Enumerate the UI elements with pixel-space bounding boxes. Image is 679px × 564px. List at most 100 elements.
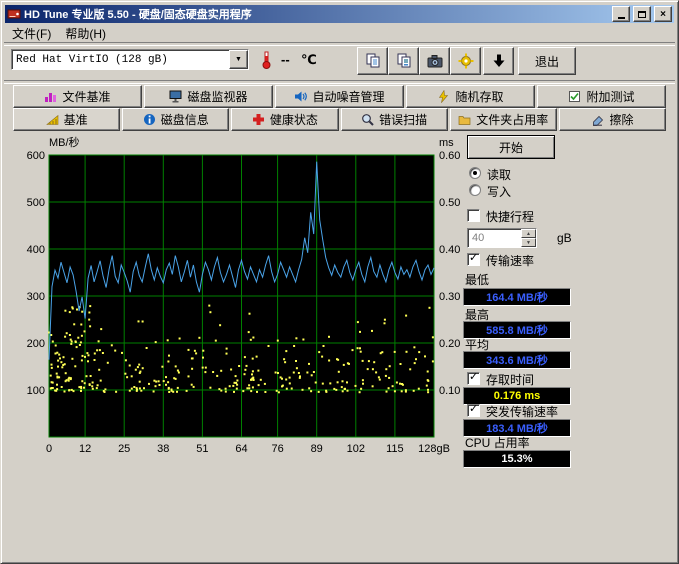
cpu-usage-value: 15.3% xyxy=(463,450,571,468)
short-stroke-label: 快捷行程 xyxy=(486,208,534,225)
capacity-spinner[interactable]: 40 ▲ ▼ xyxy=(467,228,537,248)
file-benchmark-icon xyxy=(44,90,57,103)
copy-text-button[interactable] xyxy=(357,47,388,75)
svg-text:300: 300 xyxy=(27,291,45,303)
save-results-button[interactable] xyxy=(483,47,514,75)
tab-health[interactable]: 健康状态 xyxy=(231,108,338,131)
combo-dropdown-arrow-icon[interactable]: ▼ xyxy=(229,50,248,69)
write-label: 写入 xyxy=(487,183,511,200)
svg-text:0.10: 0.10 xyxy=(439,385,460,397)
menu-help[interactable]: 帮助(H) xyxy=(58,24,113,43)
tab-erase[interactable]: 擦除 xyxy=(559,108,666,131)
capacity-value: 40 xyxy=(468,229,521,247)
svg-text:0.50: 0.50 xyxy=(439,197,460,209)
spinner-up-icon[interactable]: ▲ xyxy=(521,229,536,238)
svg-text:0.40: 0.40 xyxy=(439,244,460,256)
tab-disk-monitor[interactable]: 磁盘监视器 xyxy=(144,85,273,108)
svg-text:12: 12 xyxy=(79,443,91,455)
menubar: 文件(F) 帮助(H) xyxy=(5,25,674,42)
tab-extra-tests[interactable]: 附加测试 xyxy=(537,85,666,108)
tab-file-benchmark[interactable]: 文件基准 xyxy=(13,85,142,108)
svg-text:100: 100 xyxy=(27,385,45,397)
download-arrow-icon xyxy=(491,53,507,69)
disk-monitor-icon xyxy=(169,90,182,103)
tab-error-scan[interactable]: 错误扫描 xyxy=(341,108,448,131)
transfer-rate-checkbox[interactable] xyxy=(467,253,480,266)
benchmark-chart: 1002003004005006000.100.200.300.400.500.… xyxy=(9,133,461,467)
svg-text:0.20: 0.20 xyxy=(439,338,460,350)
tab-benchmark[interactable]: 基准 xyxy=(13,108,120,131)
minimize-button[interactable] xyxy=(612,6,630,22)
tab-label: 磁盘监视器 xyxy=(187,88,247,105)
tab-label: 自动噪音管理 xyxy=(312,88,384,105)
tab-disk-info[interactable]: 磁盘信息 xyxy=(122,108,229,131)
access-time-checkbox[interactable] xyxy=(467,372,480,385)
tab-label: 随机存取 xyxy=(455,88,503,105)
tabrow-top: 文件基准 磁盘监视器 自动噪音管理 随机存取 附加测试 xyxy=(13,85,666,108)
svg-text:102: 102 xyxy=(347,443,365,455)
benchmark-chart-area: 1002003004005006000.100.200.300.400.500.… xyxy=(9,133,461,472)
write-radio[interactable] xyxy=(469,184,481,196)
tab-label: 擦除 xyxy=(609,111,633,128)
avg-speed-value: 343.6 MB/秒 xyxy=(463,351,571,369)
svg-text:25: 25 xyxy=(118,443,130,455)
svg-text:76: 76 xyxy=(271,443,283,455)
exit-button[interactable]: 退出 xyxy=(518,47,576,75)
options-gear-icon xyxy=(458,53,474,69)
svg-text:115: 115 xyxy=(386,443,404,455)
close-button[interactable]: × xyxy=(654,6,672,22)
tabrow-main: 基准 磁盘信息 健康状态 错误扫描 文件夹占用率 擦除 xyxy=(13,108,666,131)
maximize-button[interactable] xyxy=(633,6,651,22)
divider xyxy=(4,80,675,84)
svg-text:MB/秒: MB/秒 xyxy=(49,135,80,149)
burst-rate-label: 突发传输速率 xyxy=(486,403,558,420)
svg-text:200: 200 xyxy=(27,338,45,350)
access-time-label: 存取时间 xyxy=(486,371,534,388)
screenshot-button[interactable] xyxy=(419,47,450,75)
speaker-icon xyxy=(294,90,307,103)
svg-text:51: 51 xyxy=(196,443,208,455)
tab-folder-usage[interactable]: 文件夹占用率 xyxy=(450,108,557,131)
transfer-rate-label: 传输速率 xyxy=(486,252,534,269)
copy-image-button[interactable] xyxy=(388,47,419,75)
copy-image-icon xyxy=(396,53,412,69)
start-button[interactable]: 开始 xyxy=(467,135,555,159)
burst-rate-checkbox[interactable] xyxy=(467,404,480,417)
svg-text:600: 600 xyxy=(27,150,45,162)
min-label: 最低 xyxy=(465,271,489,288)
short-stroke-checkbox[interactable] xyxy=(467,209,480,222)
capacity-unit-label: gB xyxy=(557,231,572,245)
benchmark-icon xyxy=(46,113,59,126)
hdtune-window: HD Tune 专业版 5.50 - 硬盘/固态硬盘实用程序 × 文件(F) 帮… xyxy=(0,0,679,564)
svg-text:ms: ms xyxy=(439,137,454,149)
drive-select-combo[interactable]: Red Hat VirtIO (128 gB) ▼ xyxy=(11,49,249,70)
tab-label: 文件夹占用率 xyxy=(476,111,548,128)
tab-label: 错误扫描 xyxy=(379,111,427,128)
svg-text:0.30: 0.30 xyxy=(439,291,460,303)
disk-info-icon xyxy=(143,113,156,126)
tab-random-access[interactable]: 随机存取 xyxy=(406,85,535,108)
svg-text:64: 64 xyxy=(235,443,247,455)
random-access-icon xyxy=(437,90,450,103)
svg-text:0: 0 xyxy=(46,443,52,455)
options-button[interactable] xyxy=(450,47,481,75)
folder-icon xyxy=(458,113,471,126)
svg-text:400: 400 xyxy=(27,244,45,256)
temperature-value: -- xyxy=(281,52,290,67)
read-radio[interactable] xyxy=(469,167,481,179)
svg-text:0.60: 0.60 xyxy=(439,150,460,162)
cpu-usage-label: CPU 占用率 xyxy=(465,434,530,451)
copy-icon xyxy=(365,53,381,69)
titlebar: HD Tune 专业版 5.50 - 硬盘/固态硬盘实用程序 × xyxy=(5,5,674,23)
tab-label: 基准 xyxy=(64,111,88,128)
tab-label: 附加测试 xyxy=(586,88,634,105)
camera-icon xyxy=(427,53,443,69)
tab-label: 健康状态 xyxy=(270,111,318,128)
menu-file[interactable]: 文件(F) xyxy=(5,24,58,43)
magnifier-icon xyxy=(361,113,374,126)
window-title: HD Tune 专业版 5.50 - 硬盘/固态硬盘实用程序 xyxy=(24,6,609,22)
min-speed-value: 164.4 MB/秒 xyxy=(463,288,571,306)
spinner-down-icon[interactable]: ▼ xyxy=(521,238,536,247)
tab-aam[interactable]: 自动噪音管理 xyxy=(275,85,404,108)
drive-select-value: Red Hat VirtIO (128 gB) xyxy=(12,54,229,66)
